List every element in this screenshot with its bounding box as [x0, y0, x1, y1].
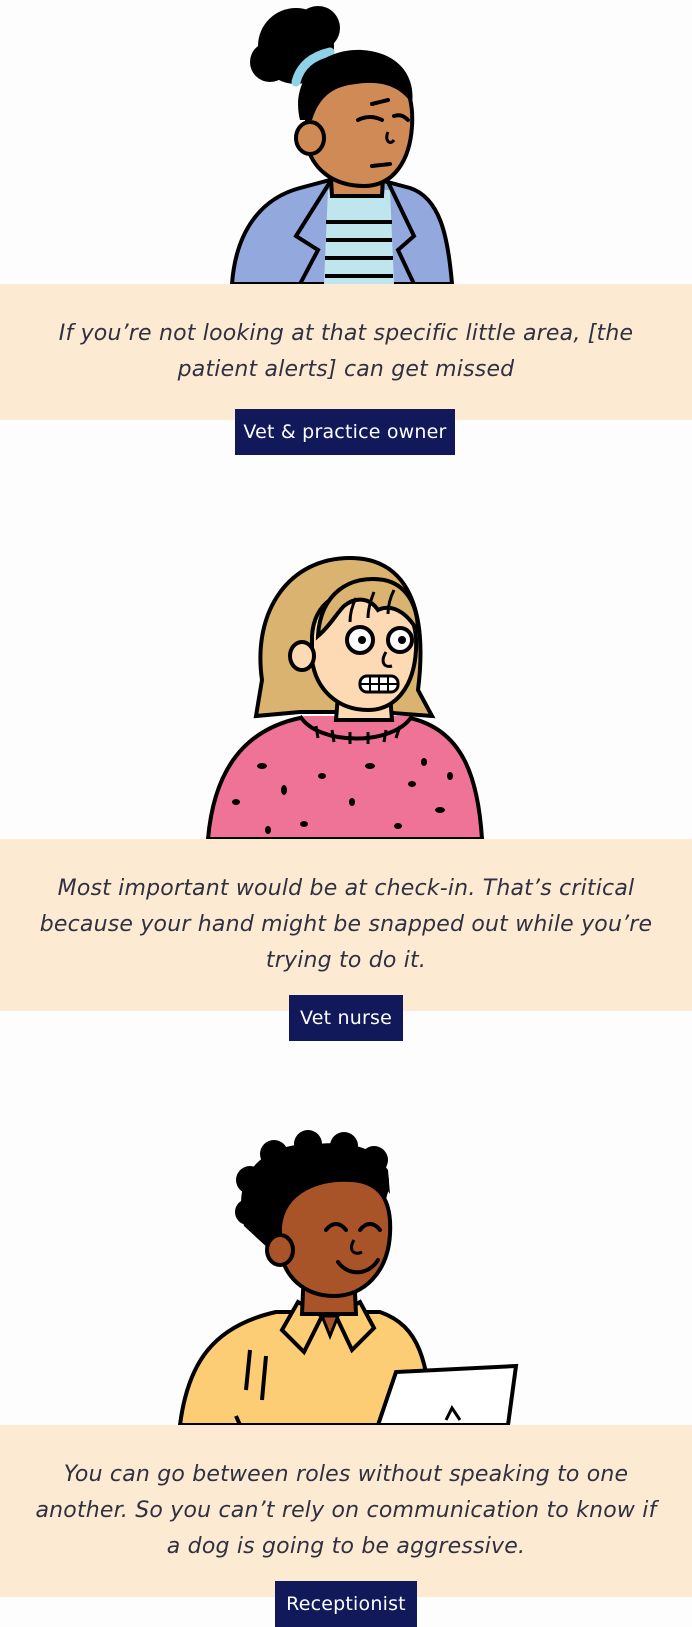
- testimonials-page: If you’re not looking at that specific l…: [0, 0, 692, 1627]
- vet-practice-owner-illustration: [0, 0, 692, 284]
- vet-nurse-illustration: [0, 540, 692, 839]
- testimonial-quote-3: You can go between roles without speakin…: [35, 1462, 657, 1559]
- quote-band-1: If you’re not looking at that specific l…: [0, 284, 692, 420]
- testimonial-quote-2: Most important would be at check-in. Tha…: [39, 876, 653, 973]
- role-badge-receptionist: Receptionist: [275, 1581, 417, 1627]
- quote-band-3: You can go between roles without speakin…: [0, 1425, 692, 1597]
- receptionist-illustration: [0, 1130, 692, 1425]
- quote-band-2: Most important would be at check-in. Tha…: [0, 839, 692, 1011]
- testimonial-quote-1: If you’re not looking at that specific l…: [58, 321, 634, 382]
- role-badge-vet-practice-owner: Vet & practice owner: [235, 409, 455, 455]
- role-badge-vet-nurse: Vet nurse: [289, 995, 403, 1041]
